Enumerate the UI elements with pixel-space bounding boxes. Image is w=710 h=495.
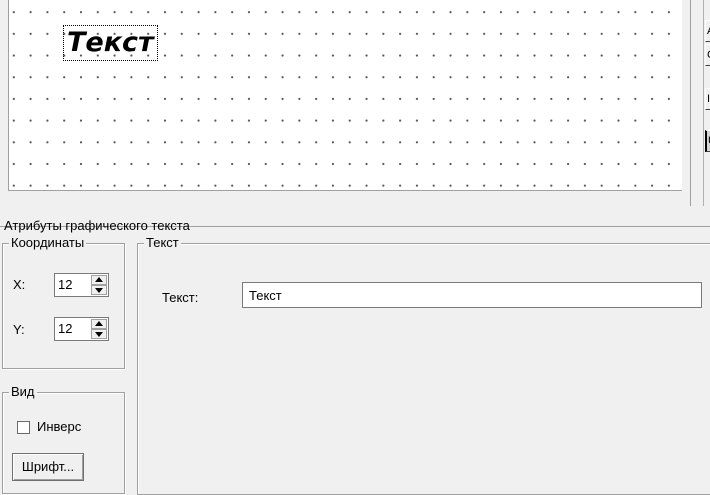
toolbar-button-1[interactable]: A <box>705 20 710 42</box>
y-label: Y: <box>13 322 25 337</box>
text-field-label: Текст: <box>162 290 199 305</box>
y-spin-down-button[interactable] <box>91 329 107 339</box>
coordinates-group: Координаты X: 12 Y: 12 <box>2 235 125 369</box>
coordinates-group-label: Координаты <box>9 235 87 251</box>
inverse-checkbox-label[interactable]: Инверс <box>37 419 81 434</box>
y-spinner[interactable]: 12 <box>54 317 109 341</box>
inverse-checkbox[interactable] <box>17 421 30 434</box>
x-spin-down-button[interactable] <box>91 285 107 295</box>
design-canvas-frame: Текст <box>0 0 690 200</box>
arrow-up-icon <box>95 321 103 326</box>
arrow-down-icon <box>95 332 103 337</box>
arrow-down-icon <box>95 288 103 293</box>
toolbar-button-2[interactable]: C <box>705 44 710 66</box>
font-button[interactable]: Шрифт... <box>12 453 84 481</box>
right-toolbar: A C I U <box>690 0 710 206</box>
toolbar-button-3[interactable]: I <box>705 88 710 110</box>
arrow-up-icon <box>95 277 103 282</box>
text-input[interactable] <box>242 282 702 308</box>
x-value[interactable]: 12 <box>58 277 72 293</box>
design-canvas[interactable]: Текст <box>8 0 682 191</box>
toolbar-button-4[interactable]: U <box>705 130 710 152</box>
x-label: X: <box>13 277 26 292</box>
panel-title: Атрибуты графического текста <box>4 218 190 233</box>
x-spinner[interactable]: 12 <box>54 273 109 297</box>
canvas-text-element[interactable]: Текст <box>63 25 158 61</box>
toolbar-separator <box>703 0 704 206</box>
view-group-label: Вид <box>9 384 37 400</box>
view-group: Вид Инверс Шрифт... <box>2 384 125 494</box>
text-group-label: Текст <box>144 235 181 251</box>
x-spin-up-button[interactable] <box>91 275 107 285</box>
y-spin-up-button[interactable] <box>91 319 107 329</box>
text-group: Текст Текст: <box>137 235 710 495</box>
y-value[interactable]: 12 <box>58 321 72 337</box>
